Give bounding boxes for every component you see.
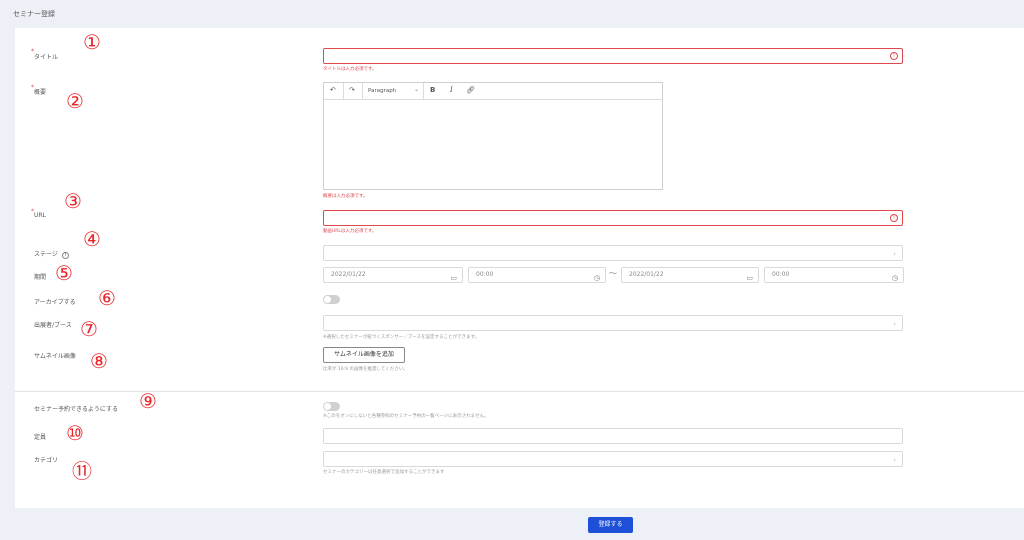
toolbar-divider <box>362 83 363 99</box>
start-date-input[interactable]: 2022/01/22 ▭ <box>323 267 463 283</box>
title-label: タイトル <box>34 54 59 61</box>
exhibitor-hint: ※選択したセミナーが紐づくスポンサー／ブースを設定することができます。 <box>323 335 480 340</box>
title-error: タイトルは入力必須です。 <box>323 67 377 72</box>
end-date-input[interactable]: 2022/01/22 ▭ <box>621 267 759 283</box>
start-time-value: 00:00 <box>476 271 494 278</box>
reservation-hint: ※このをオンにしないと各種参照のセミナー予約の一覧ページに表示されません。 <box>323 414 489 419</box>
thumbnail-hint: 比率が 16:9 の画像を推奨してください。 <box>323 367 408 372</box>
summary-label: 概要 <box>34 89 47 96</box>
stage-label: ステージ ? <box>34 249 69 259</box>
add-thumbnail-button[interactable]: サムネイル画像を追加 <box>323 347 405 363</box>
footer-bar <box>0 508 1024 540</box>
exhibitor-select[interactable]: › <box>323 315 903 331</box>
period-label: 期間 <box>34 274 47 281</box>
section-divider <box>15 391 1024 392</box>
marker-3: ③ <box>64 189 82 213</box>
archive-toggle[interactable] <box>323 295 340 304</box>
undo-icon[interactable]: ↶ <box>330 86 336 94</box>
submit-button[interactable]: 登録する <box>588 517 633 533</box>
marker-7: ⑦ <box>80 317 98 341</box>
start-time-input[interactable]: 00:00 ◷ <box>468 267 606 283</box>
url-input[interactable]: ! <box>323 210 903 226</box>
chevron-right-icon: › <box>893 320 896 328</box>
end-time-input[interactable]: 00:00 ◷ <box>764 267 904 283</box>
archive-label: アーカイブする <box>34 299 76 306</box>
end-time-value: 00:00 <box>772 271 790 278</box>
marker-1: ① <box>83 30 101 54</box>
category-hint: セミナーのカテゴリーは任意選択で追加することができます <box>323 470 445 475</box>
marker-4: ④ <box>83 227 101 251</box>
stage-select[interactable]: › <box>323 245 903 261</box>
link-icon[interactable]: 🔗︎ <box>466 86 475 94</box>
marker-10: ⑩ <box>66 421 84 445</box>
start-date-value: 2022/01/22 <box>331 271 366 278</box>
question-circle-icon[interactable]: ? <box>61 252 69 259</box>
end-date-value: 2022/01/22 <box>629 271 664 278</box>
calendar-icon[interactable]: ▭ <box>746 271 753 285</box>
capacity-label: 定員 <box>34 434 47 441</box>
stage-label-text: ステージ <box>34 251 58 258</box>
format-select[interactable]: Paragraph <box>368 88 396 94</box>
capacity-input[interactable] <box>323 428 903 444</box>
marker-2: ② <box>66 89 84 113</box>
error-icon: ! <box>890 52 898 60</box>
reservation-toggle[interactable] <box>323 402 340 411</box>
marker-5: ⑤ <box>55 261 73 285</box>
chevron-down-icon: ⌄ <box>414 86 420 93</box>
editor-content[interactable] <box>324 100 662 189</box>
calendar-icon[interactable]: ▭ <box>450 271 457 285</box>
period-separator: 〜 <box>609 269 617 278</box>
clock-icon[interactable]: ◷ <box>892 271 898 285</box>
editor-toolbar: ↶ ↷ Paragraph ⌄ B I 🔗︎ <box>324 83 662 100</box>
summary-editor[interactable]: ↶ ↷ Paragraph ⌄ B I 🔗︎ <box>323 82 663 190</box>
marker-8: ⑧ <box>90 349 108 373</box>
url-error: 動画URLは入力必須です。 <box>323 229 377 234</box>
clock-icon[interactable]: ◷ <box>594 271 600 285</box>
url-label: URL <box>34 212 46 219</box>
summary-error: 概要は入力必須です。 <box>323 194 368 199</box>
marker-6: ⑥ <box>98 286 116 310</box>
bold-button[interactable]: B <box>430 86 435 94</box>
reservation-label: セミナー予約できるようにする <box>34 406 118 413</box>
chevron-right-icon: › <box>893 456 896 464</box>
error-icon: ! <box>890 214 898 222</box>
category-select[interactable]: › <box>323 451 903 467</box>
exhibitor-label: 出展者/ブース <box>34 322 72 329</box>
thumbnail-label: サムネイル画像 <box>34 353 76 360</box>
redo-icon[interactable]: ↷ <box>349 86 355 94</box>
marker-11: ⑪ <box>72 459 92 483</box>
toolbar-divider <box>423 83 424 99</box>
marker-9: ⑨ <box>139 389 157 413</box>
title-input[interactable]: ! <box>323 48 903 64</box>
page-title: セミナー登録 <box>13 10 55 18</box>
chevron-right-icon: › <box>893 250 896 258</box>
italic-button[interactable]: I <box>450 86 453 94</box>
category-label: カテゴリ <box>34 457 59 464</box>
toolbar-divider <box>343 83 344 99</box>
